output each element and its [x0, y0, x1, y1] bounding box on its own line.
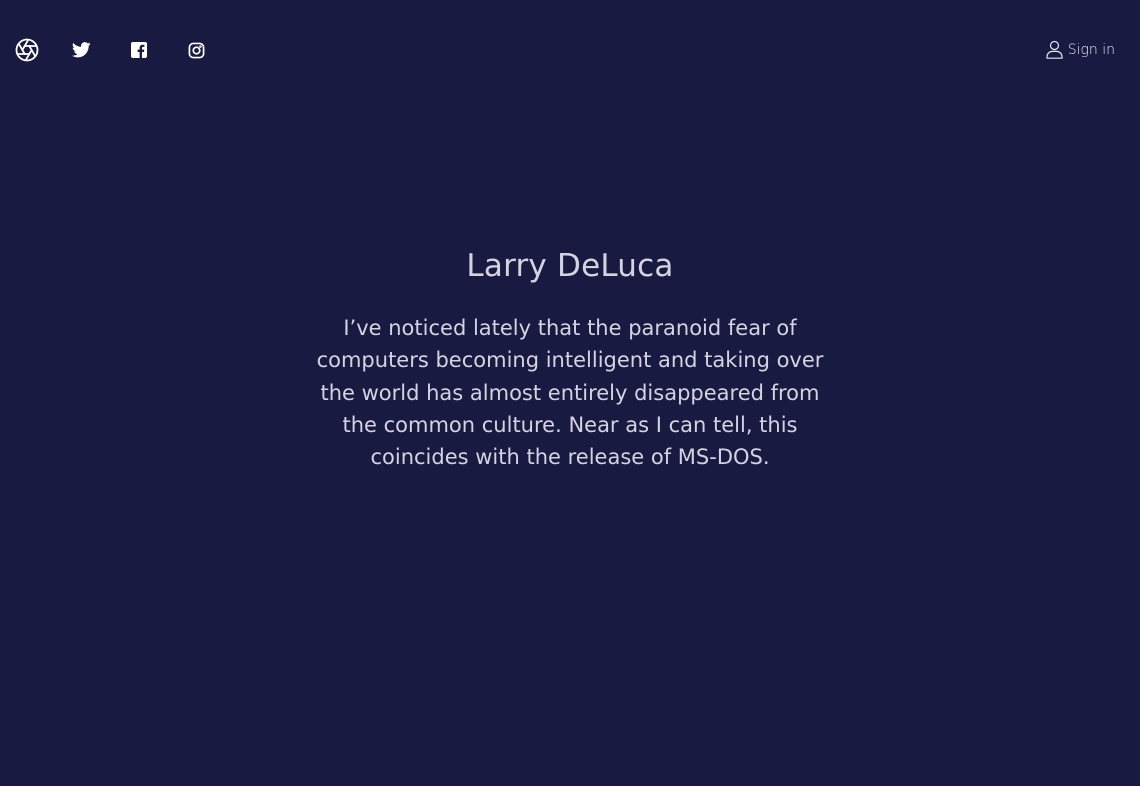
quote-text: I’ve noticed lately that the paranoid fe… [316, 316, 824, 470]
instagram-icon[interactable] [184, 38, 208, 62]
sign-in-link[interactable]: Sign in [1046, 40, 1115, 59]
top-navigation: Sign in [0, 0, 1140, 100]
author-name: Larry DeLuca [466, 248, 674, 284]
user-icon [1046, 40, 1063, 59]
aperture-logo-icon[interactable] [15, 38, 39, 62]
facebook-icon[interactable] [127, 38, 151, 62]
twitter-icon[interactable] [69, 38, 93, 62]
sign-in-label: Sign in [1067, 41, 1115, 58]
hero-section: Larry DeLuca I’ve noticed lately that th… [0, 244, 1140, 473]
